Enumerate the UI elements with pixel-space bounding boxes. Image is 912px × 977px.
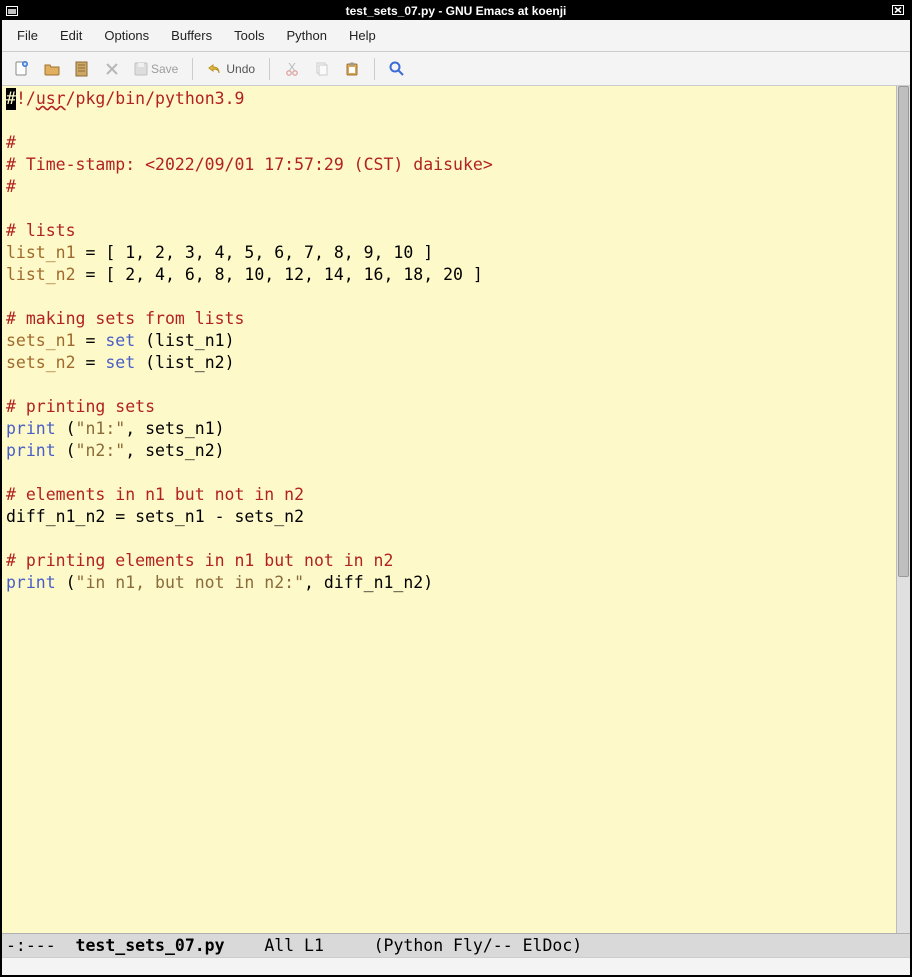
paste-icon[interactable] bbox=[338, 56, 366, 82]
editor-buffer[interactable]: #!/usr/pkg/bin/python3.9 # # Time-stamp:… bbox=[2, 86, 896, 933]
scroll-thumb[interactable] bbox=[898, 86, 909, 577]
menu-options[interactable]: Options bbox=[93, 24, 160, 47]
save-label: Save bbox=[151, 62, 178, 76]
cursor: # bbox=[6, 88, 16, 110]
modeline-position: All L1 bbox=[264, 936, 324, 955]
modeline-status: -:--- bbox=[6, 936, 66, 955]
toolbar-separator bbox=[192, 58, 193, 80]
menu-python[interactable]: Python bbox=[275, 24, 337, 47]
editor-area: #!/usr/pkg/bin/python3.9 # # Time-stamp:… bbox=[2, 86, 910, 933]
code-text: , sets_n2) bbox=[125, 441, 224, 460]
cut-icon[interactable] bbox=[278, 56, 306, 82]
minibuffer[interactable] bbox=[2, 957, 910, 975]
code-text: # Time-stamp: <2022/09/01 17:57:29 (CST)… bbox=[6, 155, 493, 174]
code-text: "n2:" bbox=[76, 441, 126, 460]
menu-tools[interactable]: Tools bbox=[223, 24, 275, 47]
undo-button[interactable]: Undo bbox=[201, 56, 261, 82]
window-menu-icon[interactable] bbox=[4, 4, 20, 18]
scrollbar[interactable] bbox=[896, 86, 910, 933]
toolbar: Save Undo bbox=[2, 52, 910, 86]
code-text: diff_n1_n2 = sets_n1 - sets_n2 bbox=[6, 507, 304, 526]
code-text: = [ 1, 2, 3, 4, 5, 6, 7, 8, 9, 10 ] bbox=[76, 243, 434, 262]
titlebar: test_sets_07.py - GNU Emacs at koenji bbox=[2, 2, 910, 20]
code-text: , diff_n1_n2) bbox=[304, 573, 433, 592]
window-title: test_sets_07.py - GNU Emacs at koenji bbox=[22, 4, 890, 18]
code-text: , sets_n1) bbox=[125, 419, 224, 438]
code-text: ( bbox=[56, 573, 76, 592]
code-text: (list_n2) bbox=[135, 353, 234, 372]
modeline-sep bbox=[235, 936, 265, 955]
code-text: set bbox=[105, 353, 135, 372]
modeline-buffer: test_sets_07.py bbox=[66, 936, 235, 955]
code-text: set bbox=[105, 331, 135, 350]
menu-buffers[interactable]: Buffers bbox=[160, 24, 223, 47]
menu-file[interactable]: File bbox=[6, 24, 49, 47]
code-text: # making sets from lists bbox=[6, 309, 244, 328]
code-text: # lists bbox=[6, 221, 76, 240]
code-text: = bbox=[76, 331, 106, 350]
code-text: print bbox=[6, 441, 56, 460]
undo-label: Undo bbox=[226, 62, 255, 76]
code-text: ( bbox=[56, 419, 76, 438]
modeline[interactable]: -:--- test_sets_07.py All L1 (Python Fly… bbox=[2, 933, 910, 957]
code-text: = [ 2, 4, 6, 8, 10, 12, 14, 16, 18, 20 ] bbox=[76, 265, 483, 284]
code-text: # bbox=[6, 133, 16, 152]
code-text: (list_n1) bbox=[135, 331, 234, 350]
toolbar-separator bbox=[269, 58, 270, 80]
close-icon[interactable] bbox=[892, 4, 908, 18]
code-text: # bbox=[6, 177, 16, 196]
code-text: ( bbox=[56, 441, 76, 460]
code-text: sets_n1 bbox=[6, 331, 76, 350]
code-text: # printing sets bbox=[6, 397, 155, 416]
dired-icon[interactable] bbox=[68, 56, 96, 82]
code-text: = bbox=[76, 353, 106, 372]
toolbar-separator bbox=[374, 58, 375, 80]
code-text: print bbox=[6, 573, 56, 592]
search-icon[interactable] bbox=[383, 56, 411, 82]
emacs-window: test_sets_07.py - GNU Emacs at koenji Fi… bbox=[0, 0, 912, 977]
code-text: print bbox=[6, 419, 56, 438]
save-button[interactable]: Save bbox=[128, 56, 184, 82]
menu-edit[interactable]: Edit bbox=[49, 24, 93, 47]
modeline-modes: (Python Fly/-- ElDoc) bbox=[324, 936, 582, 955]
code-text: "in n1, but not in n2:" bbox=[76, 573, 304, 592]
menu-help[interactable]: Help bbox=[338, 24, 387, 47]
code-text: list_n1 bbox=[6, 243, 76, 262]
kill-buffer-icon[interactable] bbox=[98, 56, 126, 82]
code-text: "n1:" bbox=[76, 419, 126, 438]
new-file-icon[interactable] bbox=[8, 56, 36, 82]
code-text: list_n2 bbox=[6, 265, 76, 284]
menubar: File Edit Options Buffers Tools Python H… bbox=[2, 20, 910, 52]
open-file-icon[interactable] bbox=[38, 56, 66, 82]
code-text: sets_n2 bbox=[6, 353, 76, 372]
code-text: # elements in n1 but not in n2 bbox=[6, 485, 304, 504]
code-text: !/usr/pkg/bin/python3.9 bbox=[16, 89, 245, 108]
copy-icon[interactable] bbox=[308, 56, 336, 82]
code-text: # printing elements in n1 but not in n2 bbox=[6, 551, 393, 570]
